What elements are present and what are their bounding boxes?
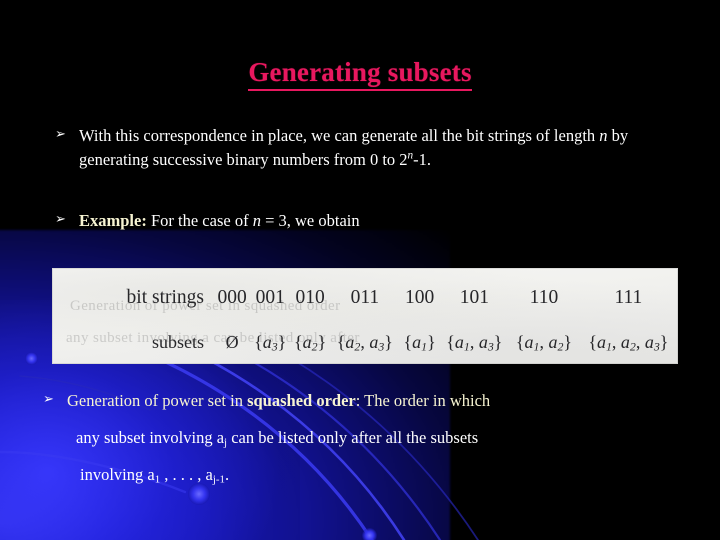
bullet-3-continuation-line-2: involving a1 , . . . , aj-1. <box>80 463 640 487</box>
bullet-item-2: ➢ Example: For the case of n = 3, we obt… <box>55 209 615 233</box>
bit-string-cell: 101 <box>459 287 489 308</box>
bullet-1-text: With this correspondence in place, we ca… <box>79 124 675 173</box>
title-container: Generating subsets <box>0 57 720 91</box>
bit-string-cell: 000 <box>217 287 247 308</box>
bit-string-cell: 100 <box>404 287 435 308</box>
subset-cell: Ø <box>225 331 239 352</box>
bit-string-cell: 001 <box>255 287 285 308</box>
bullet-marker-icon: ➢ <box>55 127 66 142</box>
bullet-2-text: Example: For the case of n = 3, we obtai… <box>79 209 360 233</box>
cont1-post: can be listed only after all the subsets <box>227 428 479 447</box>
squashed-order-term: squashed order <box>247 391 356 410</box>
table-row-subsets: subsets Ø {a3} {a2} {a2, a3} {a1} {a1, a… <box>52 320 678 364</box>
bullet-marker-icon: ➢ <box>55 212 66 227</box>
bullet-1-var-n: n <box>599 126 608 145</box>
bullet-2-part-pre: For the case of <box>146 211 253 230</box>
bullet-1-part-post: -1. <box>413 150 432 170</box>
cont2-mid: , . . . , a <box>160 465 213 484</box>
row-label-bit-strings: bit strings <box>126 287 204 308</box>
subset-cell: {a1, a3} <box>446 331 503 354</box>
bit-string-cell: 011 <box>350 287 380 308</box>
bit-strings-subsets-figure: Generation of power set in squashed orde… <box>52 268 678 364</box>
subset-cell: {a1, a2} <box>515 331 573 354</box>
subset-cell: {a2} <box>294 331 327 354</box>
glow-node-dot-2 <box>25 352 38 365</box>
bullet-item-3: ➢ Generation of power set in squashed or… <box>43 389 643 413</box>
bit-string-cell: 110 <box>529 287 559 308</box>
cont2-post: . <box>224 465 230 484</box>
bit-string-cell: 010 <box>295 287 325 308</box>
presentation-slide: Generating subsets ➢ With this correspon… <box>0 0 720 540</box>
subset-cell: {a1, a2, a3} <box>588 331 669 354</box>
row-label-subsets: subsets <box>151 331 204 352</box>
subset-cell: {a1} <box>403 331 436 354</box>
bullet-item-1: ➢ With this correspondence in place, we … <box>55 124 675 173</box>
bullet-3-text: Generation of power set in squashed orde… <box>67 389 490 413</box>
table-row-bit-strings: bit strings 000 001 010 011 100 101 110 … <box>52 268 678 320</box>
glow-node-dot-3 <box>362 528 377 540</box>
cont1-pre: any subset involving a <box>76 428 225 447</box>
bullet-3-continuation-line-1: any subset involving aj can be listed on… <box>76 426 656 450</box>
bullet-marker-icon: ➢ <box>43 392 54 407</box>
bullet-3-part-post: : The order in which <box>355 391 491 410</box>
figure-table: bit strings 000 001 010 011 100 101 110 … <box>52 268 678 364</box>
cont2-subscript-2: j-1 <box>212 473 225 486</box>
cont2-pre: involving a <box>80 465 155 484</box>
bit-string-cell: 111 <box>614 287 643 308</box>
example-label: Example: <box>79 211 147 230</box>
bullet-2-part-mid: = 3, we obtain <box>260 211 360 230</box>
subset-cell: {a2, a3} <box>336 331 393 354</box>
bullet-3-part-pre: Generation of power set in <box>67 391 248 410</box>
subset-cell: {a3} <box>254 331 287 354</box>
bullet-2-var-n: n <box>252 211 261 230</box>
bullet-1-part-pre: With this correspondence in place, we ca… <box>79 126 600 145</box>
page-title: Generating subsets <box>248 57 472 91</box>
